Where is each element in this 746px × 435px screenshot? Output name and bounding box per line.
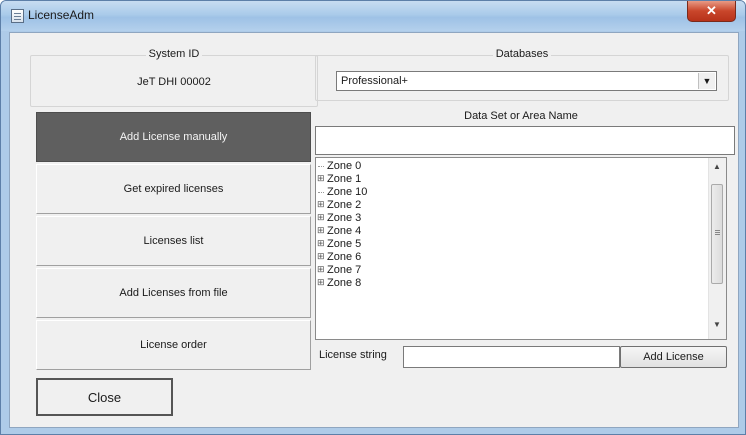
databases-selected-value: Professional+ [341, 75, 408, 87]
chevron-down-icon[interactable]: ▼ [698, 73, 715, 89]
expand-plus-icon[interactable]: ⊞ [317, 213, 325, 222]
tree-item[interactable]: ⊞ Zone 1 [316, 173, 706, 186]
tree-item-label: Zone 6 [327, 251, 362, 263]
tree-item-label: Zone 10 [327, 186, 368, 198]
expand-plus-icon[interactable]: ⊞ [317, 239, 325, 248]
scroll-down-arrow-icon[interactable]: ▼ [713, 320, 721, 329]
tree-connector-line [318, 192, 324, 193]
tree-connector-line [318, 166, 324, 167]
system-id-value: JeT DHI 00002 [137, 76, 211, 88]
tree-item-label: Zone 2 [327, 199, 362, 211]
expand-plus-icon[interactable]: ⊞ [317, 252, 325, 261]
dialog-client-area: System ID JeT DHI 00002 Databases Profes… [9, 32, 739, 428]
zones-tree[interactable]: Zone 0 ⊞ Zone 1 Zone 10 ⊞ Zone 2 ⊞ Zone 3 ⊞ Zone … [315, 157, 727, 340]
tree-item[interactable]: ⊞ Zone 5 [316, 238, 706, 251]
tree-item[interactable]: ⊞ Zone 6 [316, 251, 706, 264]
title-bar[interactable]: LicenseAdm ✕ [1, 1, 745, 31]
tree-item[interactable]: Zone 0 [316, 160, 706, 173]
app-window-icon [11, 9, 24, 23]
tree-item-label: Zone 8 [327, 277, 362, 289]
tree-item-label: Zone 4 [327, 225, 362, 237]
tree-item[interactable]: ⊞ Zone 4 [316, 225, 706, 238]
scroll-up-arrow-icon[interactable]: ▲ [713, 162, 721, 171]
tree-item[interactable]: ⊞ Zone 3 [316, 212, 706, 225]
databases-group: Databases Professional+ ▼ [315, 48, 729, 101]
close-button[interactable]: Close [36, 378, 173, 416]
tree-item[interactable]: Zone 10 [316, 186, 706, 199]
tree-scrollbar[interactable]: ▲ ▼ [708, 158, 726, 339]
expand-plus-icon[interactable]: ⊞ [317, 226, 325, 235]
license-string-input[interactable] [403, 346, 620, 368]
menu-button-licenses-list[interactable]: Licenses list [36, 216, 311, 266]
tree-item-label: Zone 0 [327, 160, 362, 172]
window-close-button[interactable]: ✕ [687, 1, 736, 22]
tree-item-label: Zone 7 [327, 264, 362, 276]
dataset-label: Data Set or Area Name [464, 110, 578, 122]
system-id-group: System ID JeT DHI 00002 [30, 48, 318, 107]
add-license-button[interactable]: Add License [620, 346, 727, 368]
menu-button-add-licenses-from-file[interactable]: Add Licenses from file [36, 268, 311, 318]
dataset-input[interactable] [315, 126, 735, 155]
expand-plus-icon[interactable]: ⊞ [317, 265, 325, 274]
tree-item[interactable]: ⊞ Zone 8 [316, 277, 706, 290]
license-string-label: License string [319, 349, 387, 361]
tree-item[interactable]: ⊞ Zone 2 [316, 199, 706, 212]
tree-item-label: Zone 3 [327, 212, 362, 224]
scroll-thumb[interactable] [711, 184, 723, 284]
databases-legend: Databases [492, 48, 552, 60]
menu-button-get-expired-licenses[interactable]: Get expired licenses [36, 164, 311, 214]
licenseadm-window: LicenseAdm ✕ System ID JeT DHI 00002 Dat… [0, 0, 746, 435]
expand-plus-icon[interactable]: ⊞ [317, 278, 325, 287]
menu-button-license-order[interactable]: License order [36, 320, 311, 370]
tree-item[interactable]: ⊞ Zone 7 [316, 264, 706, 277]
databases-select[interactable]: Professional+ ▼ [336, 71, 717, 91]
system-id-legend: System ID [145, 48, 203, 60]
tree-item-label: Zone 5 [327, 238, 362, 250]
window-title: LicenseAdm [28, 8, 95, 22]
expand-plus-icon[interactable]: ⊞ [317, 174, 325, 183]
tree-item-label: Zone 1 [327, 173, 362, 185]
menu-button-add-license-manually[interactable]: Add License manually [36, 112, 311, 162]
expand-plus-icon[interactable]: ⊞ [317, 200, 325, 209]
